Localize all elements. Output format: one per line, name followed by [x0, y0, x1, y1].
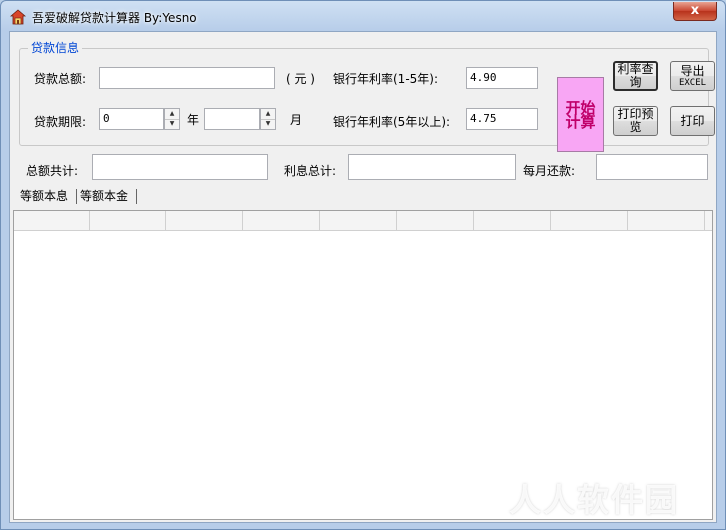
start-calculation-label: 开始计算	[565, 98, 596, 131]
close-button[interactable]: x	[673, 2, 717, 21]
app-window: 吾爱破解贷款计算器 By:Yesno x 贷款信息 贷款总额: ( 元 ) 贷款…	[0, 0, 726, 530]
currency-unit-label: ( 元 )	[286, 72, 315, 86]
print-preview-label: 打印预览	[617, 107, 654, 134]
print-button[interactable]: 打印	[670, 106, 715, 136]
rate-long-input[interactable]: 4.75	[466, 108, 538, 130]
print-label: 打印	[680, 113, 705, 128]
grid-header	[14, 211, 712, 231]
grid-column-header[interactable]	[167, 211, 243, 230]
term-years-spinner[interactable]: ▲ ▼	[164, 108, 180, 130]
export-excel-label: 导出	[680, 63, 705, 78]
months-label: 月	[290, 113, 303, 127]
rate-query-label: 利率查询	[617, 62, 654, 89]
site-watermark: 人人软件园	[509, 481, 680, 519]
title-bar[interactable]: 吾爱破解贷款计算器 By:Yesno x	[1, 1, 725, 31]
tab-equal-installment[interactable]: 等额本息	[18, 187, 70, 205]
spin-down-icon[interactable]: ▼	[261, 119, 275, 129]
print-preview-button[interactable]: 打印预览	[613, 106, 658, 136]
term-months-input[interactable]	[204, 108, 260, 130]
grid-column-header[interactable]	[321, 211, 397, 230]
grid-column-header[interactable]	[475, 211, 551, 230]
interest-total-label: 利息总计:	[284, 164, 337, 178]
grid-column-header[interactable]	[244, 211, 320, 230]
export-excel-button[interactable]: 导出 EXCEL	[670, 61, 715, 91]
repayment-grid[interactable]	[13, 210, 713, 520]
total-sum-label: 总额共计:	[26, 164, 79, 178]
loan-info-group: 贷款信息 贷款总额: ( 元 ) 贷款期限: 0 ▲ ▼ 年 ▲ ▼ 月 银行年…	[19, 41, 715, 152]
grid-column-header[interactable]	[552, 211, 628, 230]
export-excel-format-label: EXCEL	[678, 77, 707, 88]
loan-info-group-title: 贷款信息	[28, 41, 83, 55]
loan-term-label: 贷款期限:	[34, 115, 87, 129]
rate-short-label: 银行年利率(1-5年):	[333, 72, 439, 86]
tab-separator	[136, 189, 137, 204]
term-years-input[interactable]: 0	[99, 108, 164, 130]
total-sum-field[interactable]	[92, 154, 268, 180]
spin-down-icon[interactable]: ▼	[165, 119, 179, 129]
interest-total-field[interactable]	[348, 154, 516, 180]
window-title: 吾爱破解贷款计算器 By:Yesno	[32, 11, 197, 25]
main-panel: 贷款信息 贷款总额: ( 元 ) 贷款期限: 0 ▲ ▼ 年 ▲ ▼ 月 银行年…	[9, 31, 717, 523]
monthly-payment-field[interactable]	[596, 154, 708, 180]
tab-equal-principal[interactable]: 等额本金	[78, 187, 130, 205]
loan-total-input[interactable]	[99, 67, 275, 89]
grid-column-header[interactable]	[90, 211, 166, 230]
grid-column-header[interactable]	[398, 211, 474, 230]
rate-query-button[interactable]: 利率查询	[613, 61, 658, 91]
loan-total-label: 贷款总额:	[34, 72, 87, 86]
tab-separator	[76, 189, 77, 204]
monthly-payment-label: 每月还款:	[523, 164, 576, 178]
rate-long-label: 银行年利率(5年以上):	[333, 115, 451, 129]
grid-column-header[interactable]	[14, 211, 90, 230]
start-calculation-button[interactable]: 开始计算	[557, 77, 604, 152]
house-icon	[10, 9, 26, 25]
term-months-spinner[interactable]: ▲ ▼	[260, 108, 276, 130]
grid-column-header[interactable]	[629, 211, 705, 230]
rate-short-input[interactable]: 4.90	[466, 67, 538, 89]
years-label: 年	[187, 113, 200, 127]
